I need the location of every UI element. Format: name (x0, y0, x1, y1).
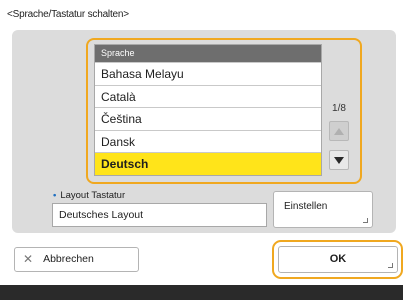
triangle-down-icon (334, 156, 344, 164)
language-item-bahasa-melayu[interactable]: Bahasa Melayu (95, 62, 321, 85)
cancel-button[interactable]: ✕ Abbrechen (14, 247, 139, 272)
x-icon: ✕ (23, 252, 34, 266)
corner-mark-icon (363, 218, 368, 223)
einstellen-label: Einstellen (284, 201, 328, 212)
scroll-up-button[interactable] (329, 121, 349, 141)
language-list: Sprache Bahasa Melayu Català Čeština Dan… (94, 44, 322, 176)
page-indicator: 1/8 (332, 103, 346, 114)
corner-mark-icon (388, 263, 393, 268)
bottom-bar (0, 285, 403, 300)
layout-label: • Layout Tastatur (53, 190, 125, 201)
layout-label-text: Layout Tastatur (60, 190, 126, 201)
ok-label: OK (329, 253, 347, 265)
language-item-dansk[interactable]: Dansk (95, 129, 321, 153)
dialog-title: <Sprache/Tastatur schalten> (7, 9, 129, 20)
language-list-header: Sprache (95, 45, 321, 62)
bullet-icon: • (53, 190, 57, 201)
layout-field: Deutsches Layout (52, 203, 267, 227)
language-item-cestina[interactable]: Čeština (95, 107, 321, 130)
ok-button[interactable]: OK (278, 246, 398, 273)
language-item-catala[interactable]: Català (95, 84, 321, 108)
cancel-label: Abbrechen (43, 253, 94, 265)
triangle-up-icon (334, 127, 344, 135)
scroll-down-button[interactable] (329, 150, 349, 170)
language-item-deutsch[interactable]: Deutsch (95, 152, 321, 175)
einstellen-button[interactable]: Einstellen (273, 191, 373, 228)
